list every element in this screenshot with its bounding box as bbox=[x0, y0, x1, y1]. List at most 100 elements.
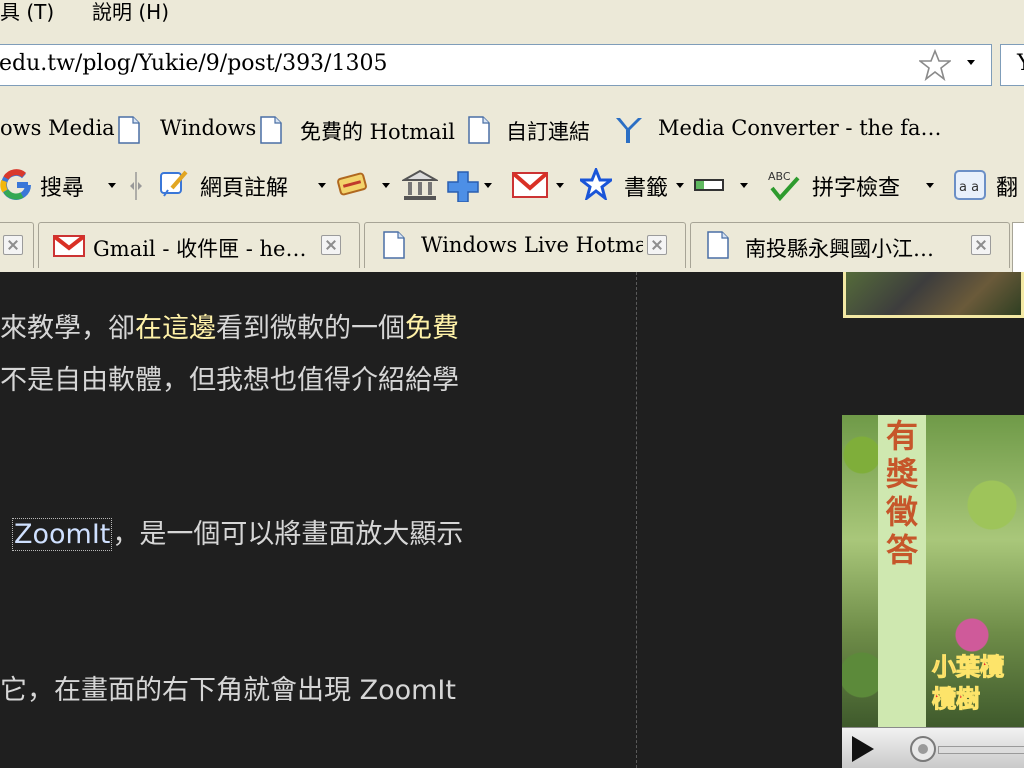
bookmark-windows-media[interactable]: ows Media bbox=[0, 114, 115, 146]
bookmark-label: Media Converter - the fa… bbox=[658, 116, 942, 140]
tab-label: 南投縣永興國小江… bbox=[745, 237, 934, 261]
grip-icon bbox=[130, 172, 142, 200]
pagerank-bar-icon bbox=[694, 179, 724, 191]
star-icon bbox=[580, 168, 612, 200]
page-icon bbox=[260, 116, 282, 144]
bookmark-label: ows Media bbox=[0, 116, 115, 140]
annotate-label: 網頁註解 bbox=[200, 176, 289, 201]
article-line-4: 它，在畫面的右下角就會出現 ZoomIt bbox=[0, 675, 456, 706]
gmail-button[interactable] bbox=[512, 168, 570, 202]
banner-text: 有獎徵答 bbox=[885, 417, 918, 569]
google-g-icon bbox=[0, 169, 31, 200]
dropdown-icon bbox=[382, 183, 390, 188]
bookmark-windows[interactable]: Windows bbox=[118, 114, 256, 146]
bookmark-label: Windows bbox=[160, 116, 257, 140]
annotate-icon bbox=[160, 170, 188, 197]
bookmarks-bar: ows Media Windows 免費的 Hotmail 自訂連結 Media… bbox=[0, 104, 1024, 157]
article-line-2: 不是自由軟體，但我想也值得介紹給學 bbox=[0, 365, 459, 396]
video-player[interactable]: 有獎徵答 小葉欖 欖樹 bbox=[842, 415, 1024, 768]
zoomit-link[interactable]: ZoomIt bbox=[12, 518, 113, 551]
bookmarks-button[interactable]: 書籤 bbox=[580, 168, 690, 202]
dropdown-icon bbox=[740, 183, 748, 188]
annotate-button[interactable]: 網頁註解 bbox=[158, 168, 330, 202]
banner: 有獎徵答 bbox=[878, 415, 926, 727]
spellcheck-button[interactable]: ABC 拼字檢查 bbox=[766, 168, 944, 202]
dropdown-icon bbox=[926, 183, 934, 188]
bookmark-media-converter[interactable]: Media Converter - the fa… bbox=[614, 114, 942, 146]
bookmark-label: 免費的 Hotmail bbox=[300, 120, 455, 144]
dropdown-icon bbox=[484, 183, 492, 188]
tab-gmail[interactable]: Gmail - 收件匣 - he… bbox=[38, 222, 360, 268]
dropdown-icon bbox=[556, 183, 564, 188]
address-url[interactable]: edu.tw/plog/Yukie/9/post/393/1305 bbox=[0, 51, 387, 76]
seek-knob[interactable] bbox=[910, 736, 936, 762]
translate-button[interactable]: a a 翻 bbox=[954, 168, 1024, 202]
spellcheck-icon: ABC bbox=[768, 170, 800, 202]
translate-label: 翻 bbox=[996, 176, 1019, 201]
tab-nantou-school[interactable]: 南投縣永興國小江… bbox=[690, 222, 1010, 268]
svg-text:a a: a a bbox=[959, 180, 979, 195]
autofill-icon bbox=[337, 172, 367, 196]
search-engine-label: Y bbox=[1017, 51, 1024, 76]
dropdown-icon bbox=[318, 183, 326, 188]
text-highlight-link[interactable]: 免費 bbox=[405, 313, 459, 344]
svg-text:ABC: ABC bbox=[768, 170, 791, 183]
translate-icon: a a bbox=[954, 170, 986, 200]
search-label: 搜尋 bbox=[40, 176, 85, 201]
tab-hotmail[interactable]: Windows Live Hotmail bbox=[364, 222, 686, 268]
column-divider bbox=[636, 272, 637, 768]
text-segment: 來教學，卻 bbox=[0, 313, 135, 344]
history-dropdown-icon[interactable] bbox=[967, 60, 975, 65]
dropdown-icon bbox=[108, 183, 116, 188]
menu-help[interactable]: 說明 (H) bbox=[92, 0, 169, 25]
page-icon bbox=[707, 231, 729, 259]
video-controls bbox=[842, 727, 1024, 768]
bookmark-label: 自訂連結 bbox=[506, 120, 590, 144]
media-converter-icon bbox=[616, 118, 642, 143]
google-search-button[interactable]: 搜尋 bbox=[0, 168, 120, 202]
menu-bar: 具 (T) 說明 (H) bbox=[0, 0, 1024, 26]
bank-icon bbox=[402, 169, 438, 200]
sidewiki-button[interactable] bbox=[692, 168, 754, 202]
page-icon bbox=[383, 231, 405, 259]
google-toolbar: 搜尋 網頁註解 書籤 ABC 拼字檢查 a a 翻 bbox=[0, 156, 1024, 214]
spellcheck-label: 拼字檢查 bbox=[812, 176, 901, 201]
close-icon[interactable] bbox=[3, 235, 23, 255]
dropdown-icon bbox=[676, 183, 684, 188]
close-icon[interactable] bbox=[647, 235, 667, 255]
video-frame[interactable]: 有獎徵答 小葉欖 欖樹 bbox=[842, 415, 1024, 727]
text-segment: ，是一個可以將畫面放大顯示 bbox=[112, 519, 464, 550]
pagerank-button[interactable] bbox=[402, 168, 438, 202]
page-icon bbox=[118, 116, 140, 144]
tab-label: Windows Live Hotmail bbox=[421, 233, 643, 257]
video-overlay-text: 小葉欖 欖樹 bbox=[932, 651, 1005, 715]
close-icon[interactable] bbox=[321, 235, 341, 255]
bookmark-custom-links[interactable]: 自訂連結 bbox=[468, 114, 606, 146]
search-box[interactable]: Y bbox=[1000, 44, 1024, 86]
tab-bar: Gmail - 收件匣 - he… Windows Live Hotmail 南… bbox=[0, 214, 1024, 274]
gmail-icon bbox=[512, 172, 548, 198]
page-icon bbox=[468, 116, 490, 144]
tab-previous[interactable] bbox=[0, 222, 34, 268]
menu-tools[interactable]: 具 (T) bbox=[0, 0, 54, 25]
article-line-1: 來教學，卻在這邊看到微軟的一個免費 bbox=[0, 306, 459, 345]
close-icon[interactable] bbox=[971, 235, 991, 255]
tab-label: Gmail - 收件匣 - he… bbox=[93, 237, 307, 261]
bookmark-free-hotmail[interactable]: 免費的 Hotmail bbox=[260, 114, 460, 146]
autofill-button[interactable] bbox=[336, 168, 392, 202]
toolbar-resize-handle[interactable] bbox=[126, 168, 146, 202]
gmail-icon bbox=[53, 235, 85, 257]
overlay-line-2: 欖樹 bbox=[932, 685, 981, 714]
add-button[interactable] bbox=[446, 168, 502, 202]
bookmarks-label: 書籤 bbox=[624, 176, 669, 201]
overlay-line-1: 小葉欖 bbox=[932, 653, 1005, 682]
sidebar-image[interactable] bbox=[843, 272, 1024, 318]
seek-track[interactable] bbox=[938, 746, 1024, 754]
tab-active[interactable] bbox=[1012, 222, 1024, 273]
text-segment: 看到微軟的一個 bbox=[216, 313, 405, 344]
play-icon[interactable] bbox=[852, 736, 874, 762]
text-highlight-link[interactable]: 在這邊 bbox=[135, 313, 216, 344]
address-bar[interactable]: edu.tw/plog/Yukie/9/post/393/1305 bbox=[0, 44, 992, 86]
bookmark-star-icon[interactable] bbox=[919, 49, 951, 81]
plus-icon bbox=[447, 171, 479, 202]
